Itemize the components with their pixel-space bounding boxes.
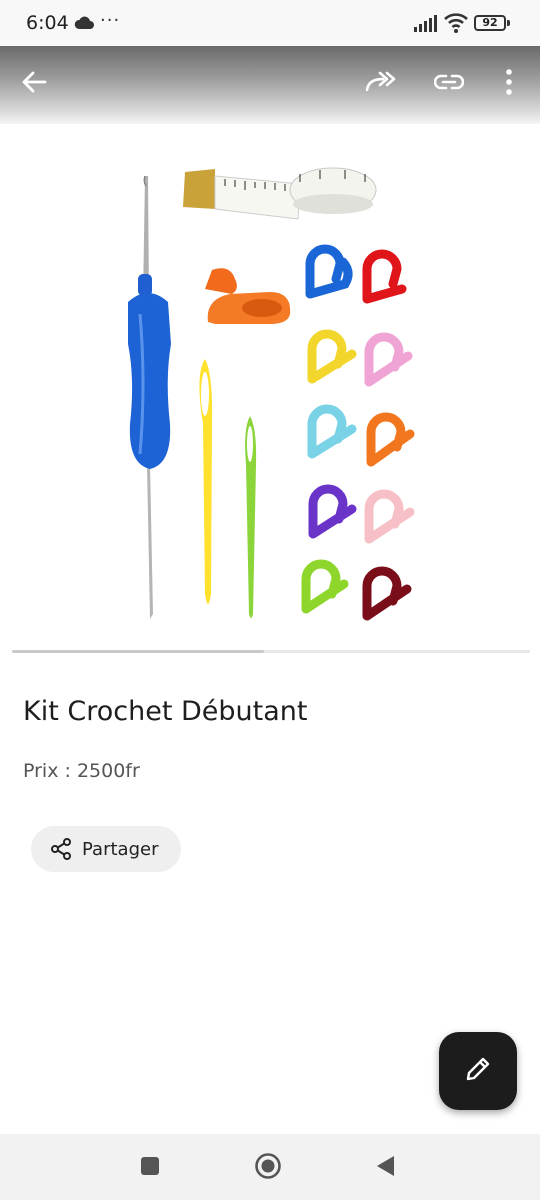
status-time: 6:04 [26, 12, 69, 34]
more-vertical-icon [505, 69, 513, 99]
app-bar [0, 46, 540, 124]
forward-share-icon [365, 71, 397, 97]
home-button[interactable] [252, 1152, 284, 1184]
product-price: Prix : 2500fr [23, 760, 140, 782]
copy-link-button[interactable] [429, 64, 469, 104]
back-triangle-icon [374, 1154, 396, 1182]
back-nav-button[interactable] [369, 1152, 401, 1184]
edit-fab[interactable] [439, 1032, 517, 1110]
more-options-button[interactable] [489, 64, 529, 104]
crochet-kit-image [128, 167, 415, 621]
battery-indicator: 92 [474, 15, 506, 31]
share-button[interactable]: Partager [31, 826, 181, 872]
recent-apps-square-icon [140, 1156, 160, 1180]
cloud-icon [74, 15, 94, 34]
battery-tip [507, 20, 510, 26]
wifi-icon [443, 12, 469, 38]
system-nav-bar [0, 1134, 540, 1200]
pencil-edit-icon [464, 1055, 492, 1087]
image-carousel-indicator[interactable] [12, 650, 264, 653]
screen: 6:04 ··· 92 Kit Crochet Débutant Prix: … [0, 0, 540, 1200]
back-arrow-icon [21, 70, 47, 98]
share-icon [49, 837, 73, 861]
status-bar: 6:04 ··· 92 [0, 0, 540, 46]
back-button[interactable] [14, 64, 54, 104]
forward-button[interactable] [361, 64, 401, 104]
home-circle-icon [254, 1152, 282, 1184]
product-image[interactable] [0, 124, 540, 644]
share-button-label: Partager [82, 838, 159, 860]
link-icon [433, 74, 465, 94]
notification-overflow-dots: ··· [100, 10, 121, 31]
recent-apps-button[interactable] [134, 1152, 166, 1184]
cell-signal-icon [414, 14, 438, 36]
product-title: Kit Crochet Débutant [23, 696, 308, 727]
